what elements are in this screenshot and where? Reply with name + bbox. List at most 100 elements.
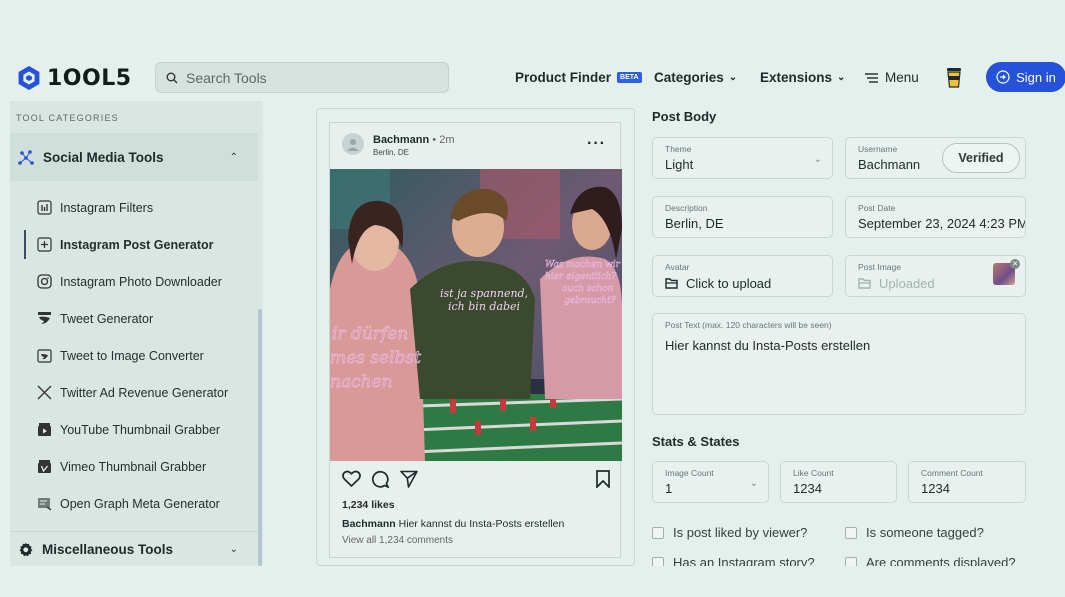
instagram-post-preview: Bachmann • 2m Berlin, DE ··· ir dürfen m… <box>329 122 622 558</box>
post-form: Post Body Theme Light ⌄ Username Bachman… <box>652 101 1027 566</box>
chevron-down-icon: ⌄ <box>813 154 822 165</box>
sidebar-item-label: Twitter Ad Revenue Generator <box>60 385 229 400</box>
bookmark-icon[interactable] <box>596 470 610 488</box>
filter-bars-icon <box>36 200 52 216</box>
more-options-icon[interactable]: ··· <box>587 135 606 153</box>
field-value: Hier kannst du Insta-Posts erstellen <box>665 338 871 353</box>
sidebar: TOOL CATEGORIES Social Media Tools ⌃ Ins… <box>10 101 263 566</box>
search-icon <box>166 72 178 83</box>
sidebar-item-tweet-generator[interactable]: Tweet Generator <box>24 300 258 337</box>
checkbox-label: Are comments displayed? <box>866 555 1016 566</box>
view-comments-link[interactable]: View all 1,234 comments <box>342 535 453 546</box>
checkbox-label: Is someone tagged? <box>866 525 984 540</box>
chevron-down-icon: ⌄ <box>728 72 738 83</box>
sign-in-button[interactable]: Sign in <box>986 62 1065 92</box>
category-miscellaneous-tools[interactable]: Miscellaneous Tools ⌄ <box>10 531 258 566</box>
upload-row: Click to upload <box>665 276 820 291</box>
chevron-down-icon: ⌄ <box>837 72 846 83</box>
post-image-upload[interactable]: Post Image Uploaded ✕ <box>845 255 1026 297</box>
remove-image-icon[interactable]: ✕ <box>1010 259 1020 269</box>
overlay-text-right-3: auch schon <box>562 284 614 294</box>
sidebar-item-vimeo-thumbnail[interactable]: Vimeo Thumbnail Grabber <box>24 448 258 485</box>
theme-select[interactable]: Theme Light ⌄ <box>652 137 833 179</box>
sign-in-label: Sign in <box>1016 69 1056 85</box>
someone-tagged-checkbox[interactable]: Is someone tagged? <box>845 525 984 540</box>
logo[interactable]: 1OOL5 <box>16 65 132 91</box>
post-body-title: Post Body <box>652 109 717 124</box>
coffee-cup-icon[interactable] <box>946 66 962 88</box>
search-input[interactable]: Search Tools <box>155 62 449 93</box>
sidebar-item-youtube-thumbnail[interactable]: YouTube Thumbnail Grabber <box>24 411 258 448</box>
sidebar-item-open-graph-meta[interactable]: Open Graph Meta Generator <box>24 485 258 522</box>
field-label: Like Count <box>793 468 834 478</box>
sidebar-item-instagram-post-generator[interactable]: Instagram Post Generator <box>24 226 258 263</box>
vimeo-icon <box>36 459 52 475</box>
og-icon <box>36 496 52 512</box>
gear-icon <box>19 541 33 556</box>
image-count-select[interactable]: Image Count 1 ⌄ <box>652 461 769 503</box>
upload-row: Uploaded <box>858 276 1013 291</box>
category-social-media-tools[interactable]: Social Media Tools ⌃ <box>10 133 258 181</box>
field-label: Comment Count <box>921 468 983 478</box>
stats-title: Stats & States <box>652 434 740 449</box>
nav-menu[interactable]: Menu <box>865 70 919 85</box>
nav-extensions-label: Extensions <box>760 70 833 85</box>
field-label: Post Text (max. 120 characters will be s… <box>665 320 832 330</box>
comments-displayed-checkbox[interactable]: Are comments displayed? <box>845 555 1016 566</box>
sidebar-item-twitter-ad-revenue[interactable]: Twitter Ad Revenue Generator <box>24 374 258 411</box>
caption-text: Hier kannst du Insta-Posts erstellen <box>395 518 565 530</box>
nav-product-finder[interactable]: Product Finder BETA <box>515 70 642 85</box>
field-value: 1 <box>665 481 673 496</box>
post-date-field[interactable]: Post Date September 23, 2024 4:23 PM <box>845 196 1026 238</box>
description-field[interactable]: Description Berlin, DE <box>652 196 833 238</box>
post-header: Bachmann • 2m Berlin, DE ··· <box>330 123 620 169</box>
nav-extensions[interactable]: Extensions ⌄ <box>760 70 845 85</box>
overlay-text-mid-2: ich bin dabei <box>448 300 520 313</box>
caption-username: Bachmann <box>342 518 396 530</box>
field-label: Post Image <box>858 262 901 272</box>
username-field[interactable]: Username Bachmann Verified <box>845 137 1026 179</box>
checkbox-box[interactable] <box>845 556 857 566</box>
field-value: September 23, 2024 4:23 PM <box>858 216 1026 231</box>
checkbox-box[interactable] <box>652 556 664 566</box>
category-label: Miscellaneous Tools <box>42 541 174 557</box>
folder-icon <box>665 278 678 289</box>
instagram-icon <box>36 274 52 290</box>
field-value: 1234 <box>921 481 950 496</box>
field-label: Image Count <box>665 468 714 478</box>
post-text-textarea[interactable]: Post Text (max. 120 characters will be s… <box>652 313 1026 415</box>
instagram-story-checkbox[interactable]: Has an Instagram story? <box>652 555 815 566</box>
chevron-down-icon: ⌄ <box>749 478 758 489</box>
chevron-down-icon: ⌄ <box>229 543 238 555</box>
checkbox-box[interactable] <box>845 526 857 539</box>
nav-categories[interactable]: Categories ⌄ <box>654 70 737 85</box>
sidebar-item-instagram-filters[interactable]: Instagram Filters <box>24 189 258 226</box>
post-location: Berlin, DE <box>373 148 410 157</box>
beta-badge: BETA <box>617 72 642 83</box>
sidebar-item-label: Instagram Filters <box>60 200 154 215</box>
comment-count-field[interactable]: Comment Count 1234 <box>908 461 1026 503</box>
image-bird-icon <box>36 348 52 364</box>
user-placeholder-icon <box>347 139 359 151</box>
share-icon[interactable] <box>400 470 418 488</box>
post-image: ir dürfen mes selbst nachen ist ja spann… <box>330 169 622 461</box>
field-value: Berlin, DE <box>665 216 724 231</box>
overlay-text-right-2: hier eigentlich? <box>545 272 616 282</box>
verified-toggle-button[interactable]: Verified <box>942 143 1020 173</box>
sidebar-item-label: YouTube Thumbnail Grabber <box>60 422 221 437</box>
overlay-text-right-1: Was machen wir <box>545 260 621 270</box>
heart-icon[interactable] <box>342 470 361 488</box>
tool-list: Instagram Filters Instagram Post Generat… <box>24 189 258 522</box>
avatar <box>342 133 364 155</box>
checkbox-box[interactable] <box>652 526 664 539</box>
like-count-field[interactable]: Like Count 1234 <box>780 461 897 503</box>
sidebar-item-label: Tweet Generator <box>60 311 154 326</box>
post-actions <box>342 470 610 490</box>
avatar-upload[interactable]: Avatar Click to upload <box>652 255 833 297</box>
sidebar-scrollbar[interactable] <box>258 309 262 566</box>
sidebar-item-instagram-photo-downloader[interactable]: Instagram Photo Downloader <box>24 263 258 300</box>
comment-icon[interactable] <box>371 470 389 488</box>
liked-by-viewer-checkbox[interactable]: Is post liked by viewer? <box>652 525 807 540</box>
sidebar-item-tweet-to-image[interactable]: Tweet to Image Converter <box>24 337 258 374</box>
upload-label: Uploaded <box>879 276 935 291</box>
